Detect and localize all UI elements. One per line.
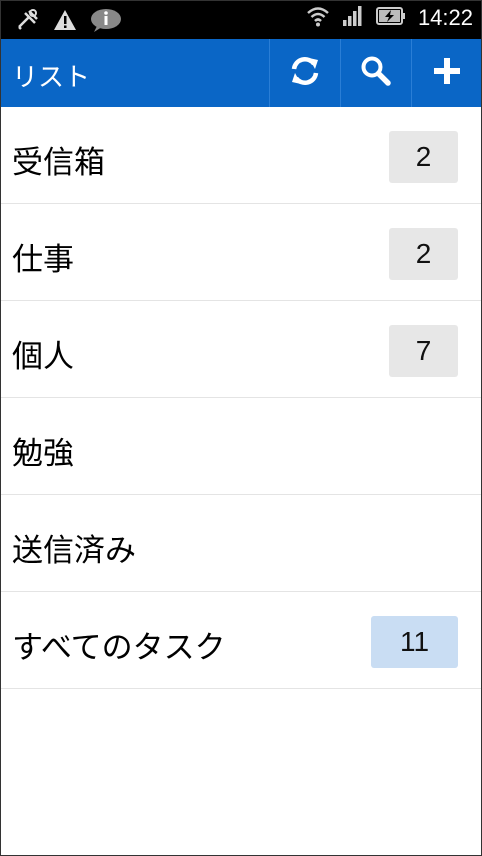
- count-badge: 2: [389, 131, 458, 183]
- count-badge: 2: [389, 228, 458, 280]
- sync-button[interactable]: [269, 39, 340, 107]
- search-button[interactable]: [340, 39, 411, 107]
- list-item-sent[interactable]: 送信済み: [1, 495, 481, 592]
- add-list-button[interactable]: [411, 39, 482, 107]
- list-item-all-tasks[interactable]: すべてのタスク 11: [1, 592, 481, 689]
- list-item-label: 仕事: [12, 242, 74, 278]
- add-icon: [432, 56, 462, 90]
- list-item-label: すべてのタスク: [12, 630, 226, 666]
- count-badge: 7: [389, 325, 458, 377]
- status-bar: 14:22: [1, 1, 481, 39]
- battery-charging-icon: [375, 6, 406, 30]
- sync-icon: [288, 54, 322, 92]
- page-title: リスト: [12, 63, 91, 93]
- clock: 14:22: [417, 5, 473, 30]
- wifi-icon: [306, 5, 330, 31]
- list-item-label: 勉強: [12, 436, 74, 472]
- usb-debug-icon: [15, 7, 41, 37]
- list-item-work[interactable]: 仕事 2: [1, 204, 481, 301]
- list-item-label: 受信箱: [12, 145, 105, 181]
- task-list-list: 受信箱 2 仕事 2 個人 7 勉強 送信済み すべてのタスク 11: [1, 107, 481, 689]
- list-item-inbox[interactable]: 受信箱 2: [1, 107, 481, 204]
- info-bubble-icon: [89, 7, 123, 37]
- list-item-study[interactable]: 勉強: [1, 398, 481, 495]
- signal-icon: [342, 5, 364, 31]
- list-item-personal[interactable]: 個人 7: [1, 301, 481, 398]
- warning-icon: [53, 8, 77, 36]
- count-badge: 11: [371, 616, 458, 668]
- list-item-label: 送信済み: [12, 533, 136, 569]
- action-bar: リスト: [1, 39, 481, 107]
- search-icon: [360, 55, 392, 91]
- list-item-label: 個人: [12, 339, 74, 375]
